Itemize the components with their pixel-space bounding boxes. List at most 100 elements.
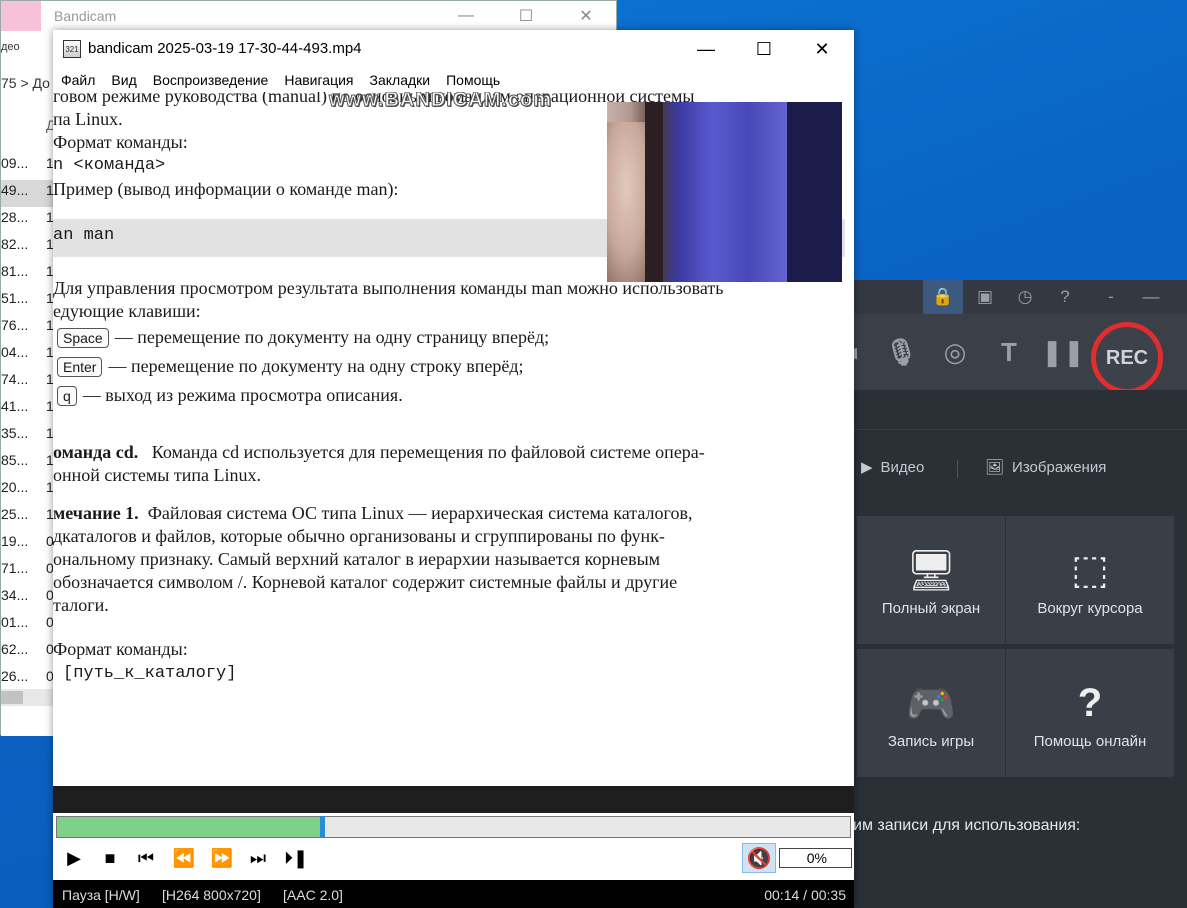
tile-around-cursor[interactable]: ⬚ Вокруг курсора [1006, 516, 1174, 644]
minimize-icon[interactable]: — [1131, 280, 1171, 314]
doc-text: Команда cd используется для перемещения … [151, 442, 705, 462]
file-name: 85... [1, 452, 29, 468]
minimize-small-icon[interactable]: - [1091, 280, 1131, 314]
file-row[interactable]: 09... 1 [1, 153, 54, 180]
tile-game-record[interactable]: 🎮 Запись игры [857, 649, 1005, 777]
tab-video-label: Видео [880, 458, 925, 476]
webcam-background [787, 102, 842, 282]
player-titlebar[interactable]: 321 bandicam 2025-03-19 17-30-44-493.mp4… [53, 30, 854, 68]
menu-file[interactable]: Файл [53, 70, 103, 92]
file-row[interactable]: 20... 1 [1, 477, 54, 504]
seek-bar[interactable] [56, 816, 851, 838]
tile-online-help[interactable]: ? Помощь онлайн [1006, 649, 1174, 777]
volume-display[interactable]: 0% [779, 848, 852, 868]
stop-icon[interactable]: ■ [93, 845, 127, 871]
skip-back-icon[interactable]: ⏮ [129, 845, 163, 871]
text-icon[interactable]: T [991, 332, 1027, 372]
doc-line: Формат команды: [53, 132, 188, 152]
frame-step-icon[interactable]: ⏵❚ [279, 845, 313, 871]
file-row[interactable]: 34... 0 [1, 585, 54, 612]
file-row[interactable]: 19... 0 [1, 531, 54, 558]
player-app-icon: 321 [63, 40, 81, 58]
file-row[interactable]: 25... 1 [1, 504, 54, 531]
file-row[interactable]: 85... 1 [1, 450, 54, 477]
media-player-window[interactable]: 321 bandicam 2025-03-19 17-30-44-493.mp4… [53, 30, 854, 908]
time-display: 00:14 / 00:35 [764, 887, 846, 903]
file-row[interactable]: 41... 1 [1, 396, 54, 423]
rewind-icon[interactable]: ⏪ [167, 845, 201, 871]
video-frame[interactable]: говом режиме руководства (manual) по осн… [53, 92, 854, 786]
menu-navigate[interactable]: Навигация [276, 70, 361, 92]
file-name: 41... [1, 398, 29, 414]
close-icon[interactable]: ✕ [793, 30, 851, 68]
playback-controls: ▶ ■ ⏮ ⏪ ⏩ ⏭ ⏵❚ 🔇 0% [53, 842, 854, 874]
rec-button[interactable]: REC [1091, 322, 1163, 394]
monitor-icon: 🖥 [905, 548, 957, 593]
lock-icon[interactable]: 🔒 [923, 280, 963, 314]
play-icon[interactable]: ▶ [57, 845, 91, 871]
doc-line: ональному признаку. Самый верхний катало… [53, 549, 661, 569]
file-row[interactable]: 76... 1 [1, 315, 54, 342]
horizontal-scrollbar[interactable] [1, 689, 54, 706]
player-title: bandicam 2025-03-19 17-30-44-493.mp4 [88, 40, 362, 57]
file-row[interactable]: 82... 1 [1, 234, 54, 261]
doc-line: па Linux. [53, 109, 123, 129]
doc-line: дкаталогов и файлов, которые обычно орга… [53, 526, 665, 546]
file-name: 25... [1, 506, 29, 522]
folder-icon[interactable]: ▣ [965, 280, 1005, 314]
menu-bookmarks[interactable]: Закладки [362, 70, 439, 92]
scrollbar-thumb[interactable] [1, 691, 23, 704]
menubar: Файл Вид Воспроизведение Навигация Закла… [53, 70, 854, 92]
file-row[interactable]: 49... 1 [1, 180, 54, 207]
menu-help[interactable]: Помощь [438, 70, 508, 92]
maximize-icon[interactable]: ☐ [735, 30, 793, 68]
mute-icon[interactable]: 🔇 [742, 843, 776, 873]
doc-key-line: Space — перемещение по документу на одну … [57, 327, 549, 348]
menu-playback[interactable]: Воспроизведение [145, 70, 277, 92]
close-icon[interactable]: ✕ [556, 1, 616, 31]
explorer-titlebar[interactable]: Bandicam — ☐ ✕ [1, 1, 616, 31]
tab-video[interactable]: ▶ Видео [861, 458, 925, 477]
file-row[interactable]: 81... 1 [1, 261, 54, 288]
tab-images[interactable]: 🖼 Изображения [985, 458, 1106, 477]
maximize-icon[interactable]: ☐ [496, 1, 556, 31]
webcam-overlay [607, 102, 842, 282]
image-icon: 🖼 [985, 459, 1005, 476]
pause-icon[interactable]: ❚❚ [1041, 332, 1085, 372]
file-row[interactable]: 51... 1 [1, 288, 54, 315]
doc-line: едующие клавиши: [53, 301, 201, 321]
tile-fullscreen[interactable]: 🖥 Полный экран [857, 516, 1005, 644]
doc-code-line: n <команда> [53, 156, 166, 175]
file-row[interactable]: 71... 0 [1, 558, 54, 585]
file-name: 19... [1, 533, 29, 549]
doc-key-line: q — выход из режима просмотра описания. [57, 385, 403, 406]
status-state: Пауза [H/W] [62, 887, 140, 903]
key-badge: Space [57, 328, 109, 348]
seek-progress [57, 817, 320, 837]
forward-icon[interactable]: ⏩ [205, 845, 239, 871]
file-row[interactable]: 35... 1 [1, 423, 54, 450]
file-row[interactable]: 74... 1 [1, 369, 54, 396]
seek-thumb[interactable] [320, 816, 325, 838]
skip-forward-icon[interactable]: ⏭ [241, 845, 275, 871]
bandicam-topbar: 🔒 ▣ ◷ ? - — [853, 280, 1187, 314]
file-row[interactable]: 28... 1 [1, 207, 54, 234]
cursor-effect-icon[interactable]: ◎ [937, 332, 973, 372]
webcam-hair [645, 102, 663, 282]
bandicam-watermark: www.BANDICAM.com [328, 92, 553, 112]
file-row[interactable]: 62... 0 [1, 639, 54, 666]
tile-label: Полный экран [881, 600, 981, 617]
minimize-icon[interactable]: — [677, 30, 735, 68]
file-name: 82... [1, 236, 29, 252]
file-name: 20... [1, 479, 29, 495]
file-row[interactable]: 01... 0 [1, 612, 54, 639]
file-row[interactable]: 04... 1 [1, 342, 54, 369]
bandicam-window[interactable]: 🔒 ▣ ◷ ? - — ◐ 🎙 ◎ T ❚❚ REC ▶ Видео 🖼 Изо… [849, 280, 1187, 908]
help-small-icon[interactable]: ? [1045, 280, 1085, 314]
menu-view[interactable]: Вид [103, 70, 144, 92]
breadcrumb[interactable]: 75 > До [1, 75, 50, 91]
clock-icon[interactable]: ◷ [1005, 280, 1045, 314]
minimize-icon[interactable]: — [436, 1, 496, 31]
microphone-icon[interactable]: 🎙 [883, 332, 919, 372]
doc-line: — перемещение по документу на одну стран… [114, 327, 550, 347]
